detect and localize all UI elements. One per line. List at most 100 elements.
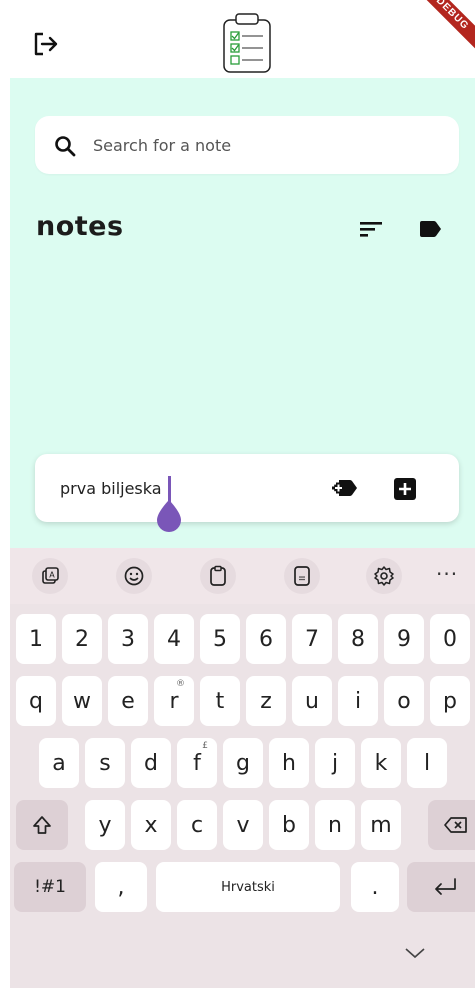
key-t[interactable]: t bbox=[200, 676, 240, 726]
debug-banner: DEBUG bbox=[414, 0, 475, 52]
key-o[interactable]: o bbox=[384, 676, 424, 726]
key-l-label: l bbox=[423, 750, 431, 776]
sort-button[interactable] bbox=[358, 216, 384, 242]
key-f-alt-char: £ bbox=[202, 741, 208, 751]
key-u-label: u bbox=[305, 688, 319, 714]
key-1[interactable]: 1 bbox=[16, 614, 56, 664]
symbols-key[interactable]: !#1 bbox=[14, 862, 86, 912]
symbols-key-label: !#1 bbox=[34, 877, 66, 897]
key-b[interactable]: b bbox=[269, 800, 309, 850]
key-w[interactable]: w bbox=[62, 676, 102, 726]
key-i[interactable]: i bbox=[338, 676, 378, 726]
key-8-label: 8 bbox=[351, 626, 365, 652]
key-2-label: 2 bbox=[75, 626, 89, 652]
key-y[interactable]: y bbox=[85, 800, 125, 850]
key-e[interactable]: e bbox=[108, 676, 148, 726]
key-a[interactable]: a bbox=[39, 738, 79, 788]
key-f[interactable]: f £ bbox=[177, 738, 217, 788]
key-x[interactable]: x bbox=[131, 800, 171, 850]
comma-key-label: , bbox=[117, 874, 125, 900]
key-r-label: r bbox=[169, 688, 179, 714]
key-c[interactable]: c bbox=[177, 800, 217, 850]
key-m[interactable]: m bbox=[361, 800, 401, 850]
key-5[interactable]: 5 bbox=[200, 614, 240, 664]
key-g[interactable]: g bbox=[223, 738, 263, 788]
key-7[interactable]: 7 bbox=[292, 614, 332, 664]
new-note-composer bbox=[35, 454, 459, 532]
search-bar[interactable] bbox=[35, 116, 459, 174]
logout-icon bbox=[34, 32, 58, 56]
page-title: notes bbox=[36, 211, 124, 242]
key-s-label: s bbox=[99, 750, 111, 776]
left-edge bbox=[0, 0, 10, 988]
label-icon bbox=[420, 221, 441, 237]
search-input[interactable] bbox=[93, 116, 443, 174]
key-2[interactable]: 2 bbox=[62, 614, 102, 664]
key-b-label: b bbox=[282, 812, 296, 838]
key-k-label: k bbox=[374, 750, 388, 776]
key-y-label: y bbox=[98, 812, 112, 838]
key-q[interactable]: q bbox=[16, 676, 56, 726]
key-6[interactable]: 6 bbox=[246, 614, 286, 664]
key-v-label: v bbox=[236, 812, 250, 838]
key-0-label: 0 bbox=[443, 626, 457, 652]
key-s[interactable]: s bbox=[85, 738, 125, 788]
period-key[interactable]: . bbox=[351, 862, 399, 912]
labels-button[interactable] bbox=[417, 216, 443, 242]
key-v[interactable]: v bbox=[223, 800, 263, 850]
key-z[interactable]: z bbox=[246, 676, 286, 726]
key-h-label: h bbox=[282, 750, 296, 776]
new-label-icon bbox=[332, 480, 357, 496]
sticker-icon: A bbox=[42, 567, 59, 584]
key-h[interactable]: h bbox=[269, 738, 309, 788]
add-label-button[interactable] bbox=[331, 475, 359, 501]
emoji-button[interactable] bbox=[116, 558, 152, 594]
key-e-label: e bbox=[121, 688, 135, 714]
key-f-label: f bbox=[193, 750, 201, 776]
key-3[interactable]: 3 bbox=[108, 614, 148, 664]
key-4[interactable]: 4 bbox=[154, 614, 194, 664]
svg-text:A: A bbox=[49, 571, 55, 580]
space-key[interactable]: Hrvatski bbox=[156, 862, 340, 912]
key-1-label: 1 bbox=[29, 626, 43, 652]
key-l[interactable]: l bbox=[407, 738, 447, 788]
key-c-label: c bbox=[190, 812, 204, 838]
keyboard-settings-button[interactable] bbox=[366, 558, 402, 594]
chevron-down-icon bbox=[405, 948, 425, 959]
key-p[interactable]: p bbox=[430, 676, 470, 726]
key-9[interactable]: 9 bbox=[384, 614, 424, 664]
key-k[interactable]: k bbox=[361, 738, 401, 788]
logout-button[interactable] bbox=[30, 28, 62, 60]
toolbar-more-button[interactable]: ··· bbox=[436, 562, 458, 586]
space-key-label: Hrvatski bbox=[221, 879, 275, 895]
app-logo bbox=[221, 12, 273, 74]
add-box-icon bbox=[394, 478, 416, 500]
key-r[interactable]: r ® bbox=[154, 676, 194, 726]
key-j[interactable]: j bbox=[315, 738, 355, 788]
key-o-label: o bbox=[397, 688, 411, 714]
shift-key[interactable] bbox=[16, 800, 68, 850]
sticker-button[interactable]: A bbox=[32, 558, 68, 594]
key-z-label: z bbox=[260, 688, 272, 714]
key-r-alt-char: ® bbox=[176, 679, 185, 689]
comma-key[interactable]: , bbox=[95, 862, 147, 912]
hide-keyboard-button[interactable] bbox=[402, 940, 428, 966]
key-x-label: x bbox=[144, 812, 158, 838]
key-0[interactable]: 0 bbox=[430, 614, 470, 664]
key-4-label: 4 bbox=[167, 626, 181, 652]
backspace-key[interactable] bbox=[428, 800, 475, 850]
clipboard-button[interactable] bbox=[200, 558, 236, 594]
key-3-label: 3 bbox=[121, 626, 135, 652]
enter-key[interactable] bbox=[407, 862, 475, 912]
shift-icon bbox=[33, 816, 51, 834]
key-n[interactable]: n bbox=[315, 800, 355, 850]
add-note-button[interactable] bbox=[393, 477, 417, 501]
key-t-label: t bbox=[215, 688, 225, 714]
backspace-icon bbox=[443, 817, 467, 833]
keyboard-layout-button[interactable] bbox=[284, 558, 320, 594]
key-d[interactable]: d bbox=[131, 738, 171, 788]
key-8[interactable]: 8 bbox=[338, 614, 378, 664]
text-selection-handle[interactable] bbox=[155, 498, 183, 533]
key-u[interactable]: u bbox=[292, 676, 332, 726]
sort-icon bbox=[360, 222, 382, 237]
